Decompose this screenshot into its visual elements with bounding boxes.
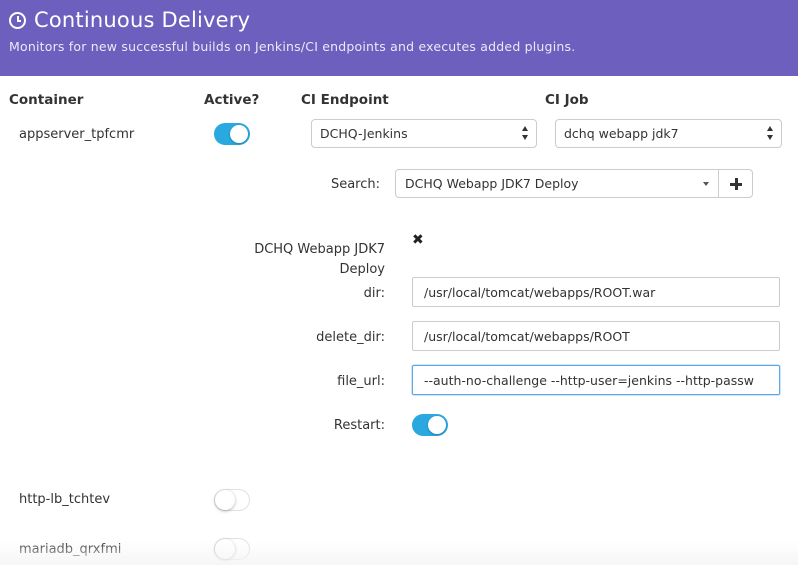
column-header-container: Container xyxy=(9,92,84,108)
param-label-dir: dir: xyxy=(363,286,385,301)
param-input-dir[interactable]: /usr/local/tomcat/webapps/ROOT.war xyxy=(412,277,780,307)
plugin-name-line1: DCHQ Webapp JDK7 xyxy=(254,242,385,257)
add-plugin-button[interactable] xyxy=(718,169,753,198)
restart-toggle[interactable] xyxy=(412,414,448,436)
page-header: Continuous Delivery Monitors for new suc… xyxy=(0,0,798,76)
select-arrows-icon xyxy=(522,126,529,140)
select-arrows-icon xyxy=(767,126,774,140)
remove-plugin-close-icon[interactable]: ✖ xyxy=(412,232,424,248)
caret-down-icon xyxy=(703,182,709,186)
ci-endpoint-value: DCHQ-Jenkins xyxy=(320,126,408,141)
active-toggle[interactable] xyxy=(214,123,250,145)
column-header-ci-job: CI Job xyxy=(545,92,589,108)
toggle-knob xyxy=(428,416,446,434)
plugin-name: DCHQ Webapp JDK7 Deploy xyxy=(200,240,385,280)
container-name: http-lb_tchtev xyxy=(19,492,111,507)
column-header-active: Active? xyxy=(204,92,260,108)
bottom-fade xyxy=(0,540,798,565)
column-header-ci-endpoint: CI Endpoint xyxy=(301,92,389,108)
search-label: Search: xyxy=(330,177,380,192)
active-toggle[interactable] xyxy=(214,489,250,511)
ci-endpoint-select[interactable]: DCHQ-Jenkins xyxy=(311,119,537,148)
page-title: Continuous Delivery xyxy=(9,8,250,32)
page-title-text: Continuous Delivery xyxy=(34,8,251,32)
page-subtitle: Monitors for new successful builds on Je… xyxy=(9,39,576,54)
clock-icon xyxy=(9,11,26,29)
param-label-delete-dir: delete_dir: xyxy=(316,330,385,345)
param-label-file-url: file_url: xyxy=(337,374,385,389)
restart-label: Restart: xyxy=(333,418,385,433)
param-input-delete-dir[interactable]: /usr/local/tomcat/webapps/ROOT xyxy=(412,321,780,351)
toggle-knob xyxy=(215,490,235,510)
ci-job-select[interactable]: dchq webapp jdk7 xyxy=(555,119,782,148)
param-input-file-url[interactable]: --auth-no-challenge --http-user=jenkins … xyxy=(412,365,780,395)
toggle-knob xyxy=(230,125,248,143)
container-name: appserver_tpfcmr xyxy=(19,127,135,142)
ci-job-value: dchq webapp jdk7 xyxy=(564,126,679,141)
plugin-name-line2: Deploy xyxy=(339,262,385,277)
plugin-search-select[interactable]: DCHQ Webapp JDK7 Deploy xyxy=(395,169,719,198)
plugin-search-value: DCHQ Webapp JDK7 Deploy xyxy=(405,176,579,191)
plus-icon xyxy=(730,178,742,190)
